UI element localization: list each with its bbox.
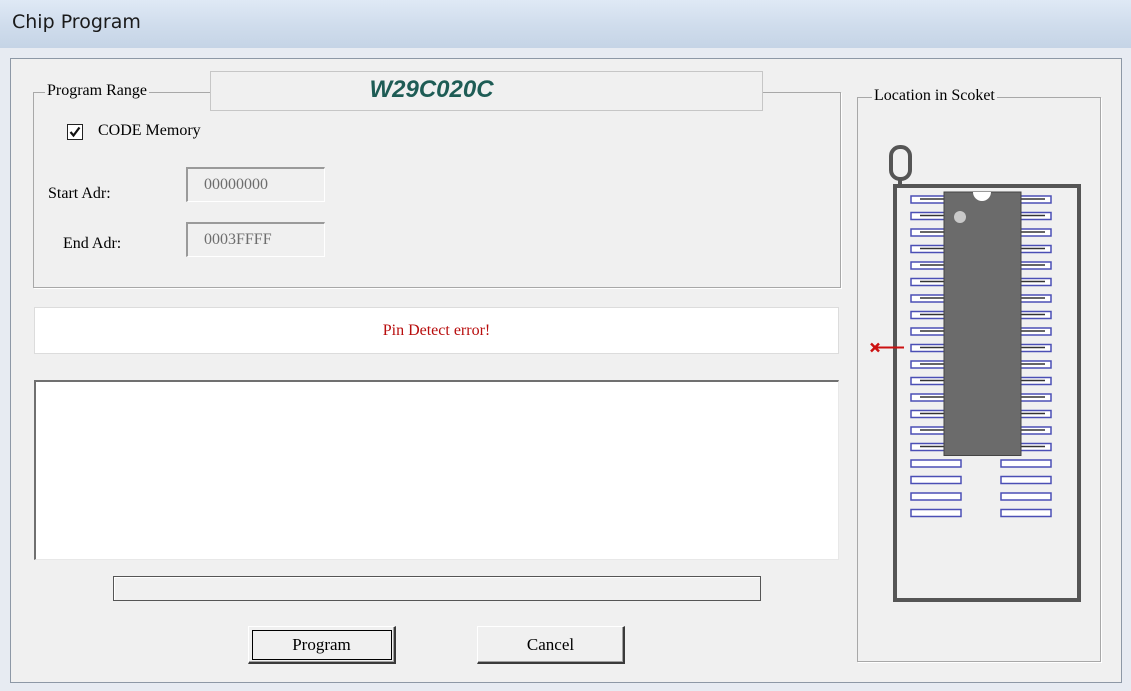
socket-slot-left <box>910 492 962 501</box>
chip-pin1-dot <box>954 211 966 223</box>
progress-bar <box>113 576 761 601</box>
socket-slot-right <box>1000 508 1052 518</box>
title-bar[interactable]: Chip Program <box>0 0 1131 48</box>
log-output-area[interactable] <box>34 380 839 560</box>
code-memory-checkbox[interactable] <box>67 124 83 140</box>
chip-name-box: W29C020C <box>210 71 763 111</box>
code-memory-label: CODE Memory <box>98 122 201 139</box>
socket-slot-left <box>910 475 962 485</box>
socket-slot-left <box>910 459 962 468</box>
socket-slot-right <box>1000 492 1052 501</box>
socket-slot-right <box>1000 459 1052 468</box>
socket-lever-icon <box>889 145 912 181</box>
program-button[interactable]: Program <box>248 626 396 664</box>
status-message: Pin Detect error! <box>34 307 839 354</box>
chip-body <box>943 191 1022 456</box>
socket-slot-left <box>910 508 962 518</box>
chip-name: W29C020C <box>369 76 494 103</box>
window-title: Chip Program <box>12 11 141 33</box>
socket-slot-right <box>1000 475 1052 485</box>
start-adr-label: Start Adr: <box>48 185 111 202</box>
checkmark-icon <box>69 126 81 138</box>
program-range-legend: Program Range <box>45 82 149 100</box>
end-adr-label: End Adr: <box>63 235 122 252</box>
start-adr-field[interactable]: 00000000 <box>186 167 325 202</box>
end-adr-field[interactable]: 0003FFFF <box>186 222 325 257</box>
socket-diagram <box>870 145 1081 602</box>
cancel-button[interactable]: Cancel <box>477 626 625 664</box>
